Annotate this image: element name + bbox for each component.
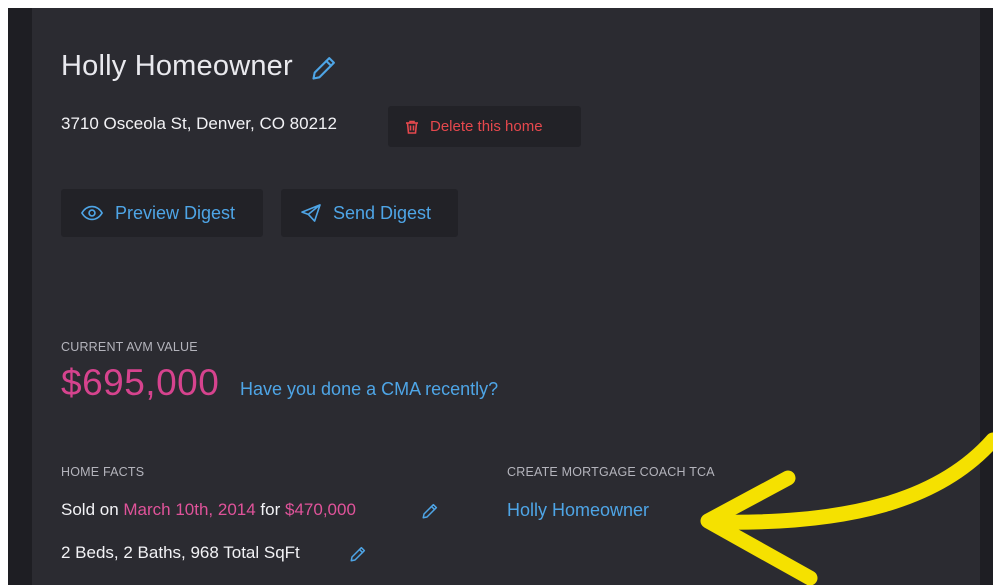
edit-facts-pencil-icon[interactable] <box>349 545 367 563</box>
homeowner-name-title: Holly Homeowner <box>61 50 293 82</box>
mortgage-coach-label: CREATE MORTGAGE COACH TCA <box>507 465 715 479</box>
home-address: 3710 Osceola St, Denver, CO 80212 <box>61 114 337 133</box>
avm-value: $695,000 <box>61 362 220 403</box>
delete-home-button[interactable]: Delete this home <box>388 106 581 147</box>
preview-digest-label: Preview Digest <box>115 202 236 223</box>
paper-plane-icon <box>301 204 321 222</box>
mortgage-coach-link[interactable]: Holly Homeowner <box>507 500 649 521</box>
send-digest-label: Send Digest <box>333 202 432 223</box>
sold-prefix: Sold on <box>61 500 124 519</box>
delete-home-label: Delete this home <box>430 118 543 135</box>
trash-icon <box>406 120 418 134</box>
sold-mid: for <box>255 500 285 519</box>
eye-icon <box>81 205 103 221</box>
edit-sale-pencil-icon[interactable] <box>421 502 439 520</box>
sold-price: $470,000 <box>285 500 356 519</box>
screenshot-frame: Holly Homeowner 3710 Osceola St, Denver,… <box>0 0 993 585</box>
sold-date: March 10th, 2014 <box>123 500 256 519</box>
home-facts-label: HOME FACTS <box>61 465 145 479</box>
cma-link[interactable]: Have you done a CMA recently? <box>240 379 498 400</box>
edit-name-pencil-icon[interactable] <box>310 54 338 82</box>
send-digest-button[interactable]: Send Digest <box>281 189 458 237</box>
preview-digest-button[interactable]: Preview Digest <box>61 189 263 237</box>
annotation-arrow-icon <box>700 432 993 585</box>
avm-section-label: CURRENT AVM VALUE <box>61 340 198 354</box>
sold-info: Sold on March 10th, 2014 for $470,000 <box>61 500 356 520</box>
home-summary: 2 Beds, 2 Baths, 968 Total SqFt <box>61 543 300 562</box>
